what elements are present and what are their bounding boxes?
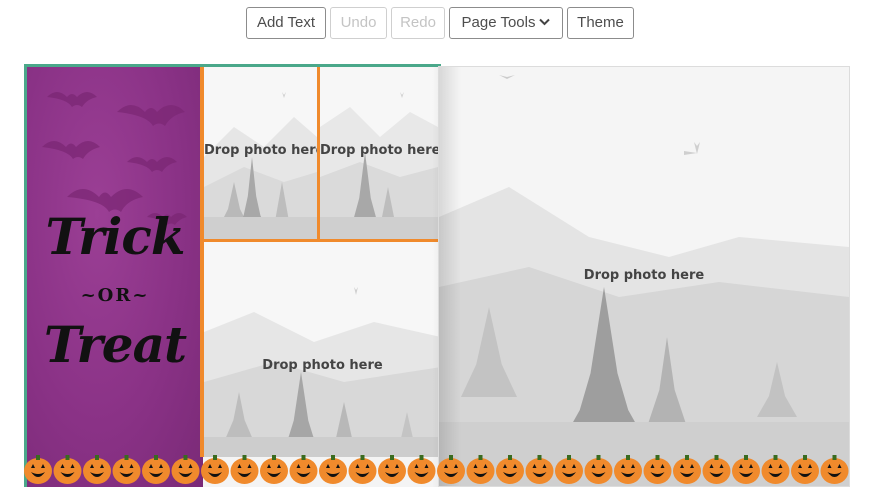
pumpkin <box>319 455 347 484</box>
page-tools-label: Page Tools <box>461 14 536 31</box>
drop-photo-label-4: Drop photo here <box>583 268 705 283</box>
photo-slot-4[interactable]: Drop photo here <box>439 67 849 486</box>
pumpkin <box>201 455 229 484</box>
pumpkin <box>732 455 760 484</box>
pumpkin <box>407 455 436 484</box>
photo-slot-1[interactable]: Drop photo here <box>204 67 317 239</box>
pumpkin <box>230 455 259 484</box>
pumpkin <box>555 455 583 484</box>
pumpkin <box>702 455 731 484</box>
editor-toolbar: Add Text Undo Redo Page Tools Theme <box>0 7 875 41</box>
pumpkin <box>171 455 200 484</box>
drop-photo-label-3: Drop photo here <box>262 358 383 373</box>
bat-icon <box>42 92 187 225</box>
trick-or-treat-panel: Trick ~OR~ Treat <box>27 67 203 487</box>
page-tools-button[interactable]: Page Tools <box>449 7 563 39</box>
left-page[interactable]: Trick ~OR~ Treat Drop photo here Drop ph… <box>24 64 441 487</box>
pumpkin <box>348 455 377 484</box>
pumpkin <box>614 455 642 484</box>
pumpkin-border <box>24 449 850 487</box>
book-spread: Trick ~OR~ Treat Drop photo here Drop ph… <box>0 62 875 488</box>
chevron-down-icon <box>539 7 551 37</box>
pumpkin <box>378 455 406 484</box>
pumpkin-icon <box>24 455 849 484</box>
pumpkin <box>791 455 819 484</box>
redo-button[interactable]: Redo <box>391 7 445 39</box>
add-text-button[interactable]: Add Text <box>246 7 326 39</box>
pumpkin <box>260 455 288 484</box>
title-trick: Trick <box>45 207 186 266</box>
pumpkin <box>112 455 141 484</box>
pumpkin <box>437 455 465 484</box>
title-treat: Treat <box>43 315 187 374</box>
photo-slot-2[interactable]: Drop photo here <box>320 67 438 239</box>
drop-photo-label-2: Drop photo here <box>320 143 438 158</box>
title-or: ~OR~ <box>80 285 150 306</box>
photo-slot-3[interactable]: Drop photo here <box>204 242 438 457</box>
right-page[interactable]: Drop photo here <box>438 66 850 487</box>
pumpkin <box>496 455 524 484</box>
pumpkin <box>83 455 111 484</box>
pine-tree-icon <box>204 287 438 457</box>
drop-photo-label-1: Drop photo here <box>204 143 317 158</box>
pumpkin <box>820 455 849 484</box>
pumpkin <box>673 455 701 484</box>
pumpkin <box>24 455 52 484</box>
pumpkin <box>643 455 672 484</box>
pumpkin <box>525 455 554 484</box>
pumpkin <box>584 455 613 484</box>
pumpkin <box>466 455 495 484</box>
undo-button[interactable]: Undo <box>330 7 387 39</box>
pumpkin <box>761 455 790 484</box>
pumpkin <box>142 455 170 484</box>
pumpkin <box>53 455 82 484</box>
pumpkin <box>289 455 318 484</box>
theme-button[interactable]: Theme <box>567 7 634 39</box>
